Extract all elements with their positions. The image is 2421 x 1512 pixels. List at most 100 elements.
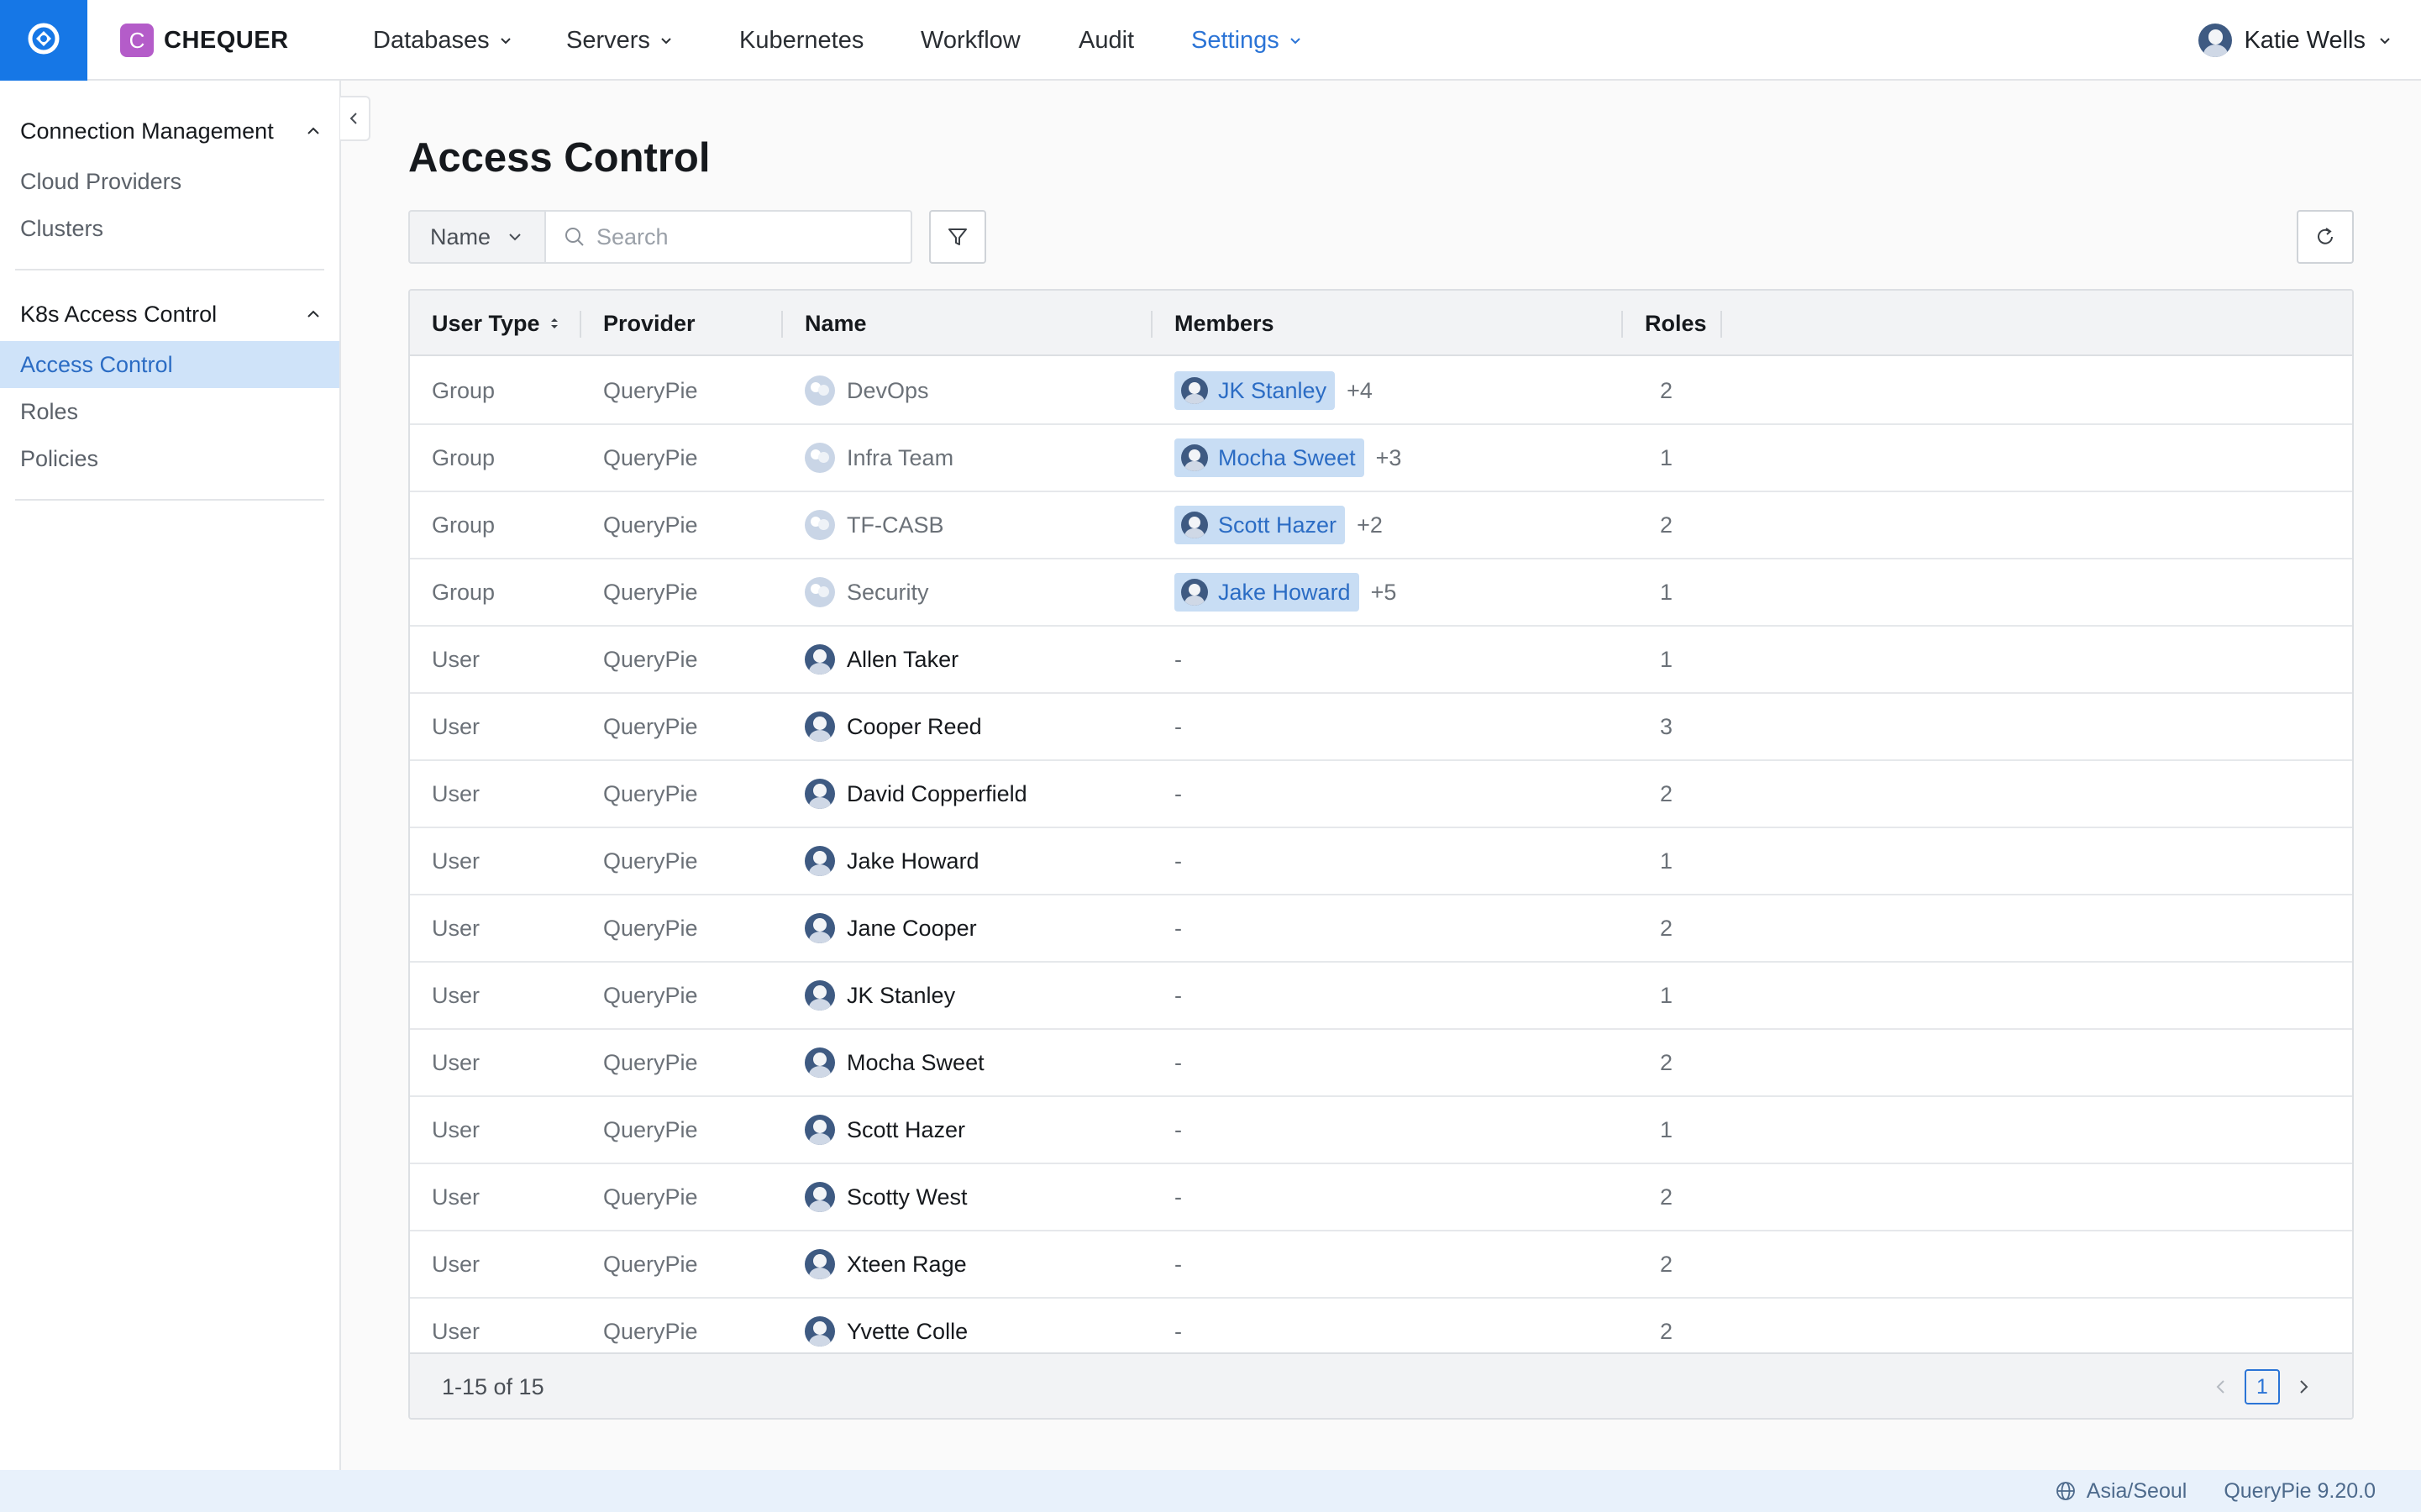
nav-settings[interactable]: Settings [1191,0,1303,81]
empty-value: - [1174,1049,1182,1075]
chevron-right-icon[interactable] [2295,1378,2312,1396]
chevron-left-icon[interactable] [2213,1378,2229,1396]
filter-button[interactable] [929,210,986,264]
cell-members: Jake Howard +5 [1174,559,1396,625]
more-members-count[interactable]: +3 [1376,445,1402,471]
cell-members: - [1174,1164,1182,1230]
sidebar-collapse-button[interactable] [340,96,370,141]
sidebar-item-label: Clusters [20,215,104,241]
nav-databases[interactable]: Databases [373,0,513,81]
pagination: 1 [2213,1354,2312,1418]
nav-audit[interactable]: Audit [1079,0,1134,81]
chevron-down-icon [1290,38,1300,45]
name-label: Jake Howard [847,848,979,874]
table-row[interactable]: User QueryPie David Copperfield - 2 [410,761,2352,828]
cell-provider: QueryPie [603,512,698,538]
sidebar-item-access-control[interactable]: Access Control [0,341,339,388]
cell-members: - [1174,895,1182,961]
cell-members: - [1174,627,1182,692]
column-separator [1621,311,1623,338]
cell-provider: QueryPie [603,780,698,806]
table-row[interactable]: User QueryPie Scott Hazer - 1 [410,1097,2352,1164]
member-chip[interactable]: Jake Howard [1174,573,1359,612]
member-chip[interactable]: Scott Hazer [1174,506,1346,544]
name-label: David Copperfield [847,780,1027,806]
table-row[interactable]: User QueryPie Jane Cooper - 2 [410,895,2352,963]
column-header-roles: Roles [1645,291,1707,356]
search-input[interactable] [596,223,899,250]
table-row[interactable]: User QueryPie Xteen Rage - 2 [410,1231,2352,1299]
search-field-select[interactable]: Name [408,210,546,264]
user-menu[interactable]: Katie Wells [2198,0,2392,81]
nav-label: Workflow [921,26,1021,54]
column-label: User Type [432,310,540,336]
name-label: Yvette Colle [847,1318,969,1344]
table-row[interactable]: Group QueryPie Infra Team Mocha Sweet +3 1 [410,425,2352,492]
table-row[interactable]: Group QueryPie DevOps JK Stanley +4 2 [410,358,2352,425]
cell-name: Mocha Sweet [805,1030,985,1095]
table-row[interactable]: User QueryPie Scotty West - 2 [410,1164,2352,1231]
cell-roles: 2 [1660,915,1673,941]
cell-name: Yvette Colle [805,1299,968,1354]
sidebar-item-policies[interactable]: Policies [0,435,339,482]
nav-workflow[interactable]: Workflow [921,0,1021,81]
more-members-count[interactable]: +4 [1347,378,1373,404]
empty-value: - [1174,646,1182,672]
cell-provider: QueryPie [603,982,698,1008]
column-header-user-type[interactable]: User Type [432,291,560,356]
empty-value: - [1174,1184,1182,1210]
sidebar-section-k8s-access-control[interactable]: K8s Access Control [20,297,323,331]
table-row[interactable]: User QueryPie Jake Howard - 1 [410,828,2352,895]
member-chip[interactable]: JK Stanley [1174,371,1336,410]
member-chip[interactable]: Mocha Sweet [1174,438,1364,477]
table-header: User Type Provider Name Members Roles [410,291,2352,356]
table-row[interactable]: User QueryPie Yvette Colle - 2 [410,1299,2352,1354]
column-separator [580,311,581,338]
group-avatar [805,577,835,607]
table-row[interactable]: Group QueryPie Security Jake Howard +5 1 [410,559,2352,627]
table-row[interactable]: User QueryPie Cooper Reed - 3 [410,694,2352,761]
sidebar: Connection Management Cloud Providers Cl… [0,81,341,1470]
column-header-members: Members [1174,291,1274,356]
column-label: Roles [1645,310,1707,336]
name-label: Security [847,579,929,605]
sidebar-item-clusters[interactable]: Clusters [0,205,339,252]
avatar [1181,512,1208,538]
member-name: Mocha Sweet [1218,444,1356,470]
sidebar-section-connection-management[interactable]: Connection Management [20,114,323,148]
nav-label: Settings [1191,26,1279,54]
cell-members: - [1174,1030,1182,1095]
nav-kubernetes[interactable]: Kubernetes [739,0,864,81]
cell-members: JK Stanley +4 [1174,358,1373,423]
sidebar-item-cloud-providers[interactable]: Cloud Providers [0,158,339,205]
table-row[interactable]: User QueryPie Mocha Sweet - 2 [410,1030,2352,1097]
cell-roles: 2 [1660,1318,1673,1344]
table-row[interactable]: User QueryPie JK Stanley - 1 [410,963,2352,1030]
empty-value: - [1174,1318,1182,1344]
column-label: Members [1174,310,1274,336]
brand[interactable]: C CHEQUER [120,24,289,57]
timezone-indicator[interactable]: Asia/Seoul [2055,1479,2187,1504]
page-number-button[interactable]: 1 [2245,1369,2280,1404]
cell-name: David Copperfield [805,761,1027,827]
cell-name: Cooper Reed [805,694,982,759]
refresh-button[interactable] [2297,210,2354,264]
nav-servers[interactable]: Servers [566,0,674,81]
cell-user-type: User [432,713,481,739]
querypie-logo-icon [25,20,62,61]
home-logo-button[interactable] [0,0,87,81]
chevron-up-icon [307,310,319,318]
version-label: QueryPie 9.20.0 [2224,1478,2376,1503]
cell-roles: 1 [1660,444,1673,470]
more-members-count[interactable]: +5 [1371,580,1397,606]
cell-user-type: User [432,1318,481,1344]
cell-name: Xteen Rage [805,1231,967,1297]
nav-label: Databases [373,26,490,54]
search-box [544,210,912,264]
table-row[interactable]: Group QueryPie TF-CASB Scott Hazer +2 2 [410,492,2352,559]
avatar [805,980,835,1011]
more-members-count[interactable]: +2 [1357,512,1383,538]
sidebar-item-roles[interactable]: Roles [0,388,339,435]
table-row[interactable]: User QueryPie Allen Taker - 1 [410,627,2352,694]
cell-user-type: Group [432,377,496,403]
